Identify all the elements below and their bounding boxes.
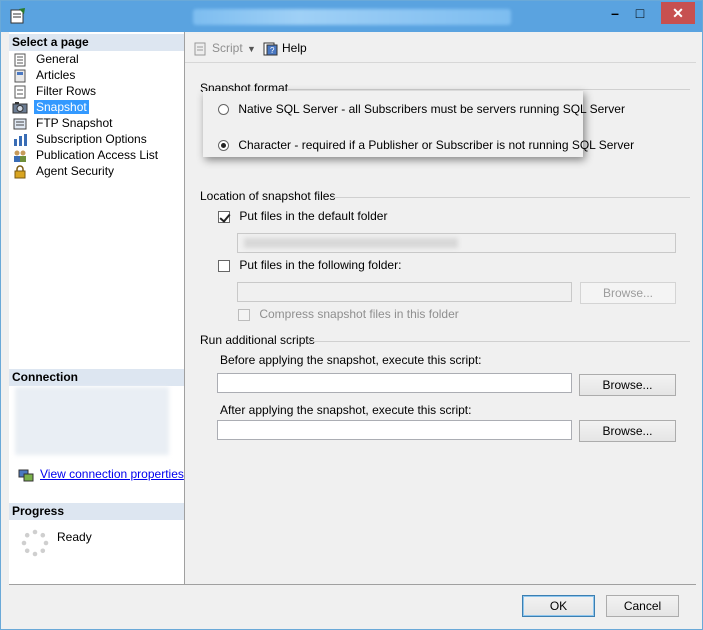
progress-header: Progress [9, 503, 184, 520]
character-label: Character - required if a Publisher or S… [238, 138, 635, 152]
nav-item-label: General [36, 52, 79, 66]
following-folder-label: Put files in the following folder: [239, 258, 402, 272]
nav-item-snapshot[interactable]: Snapshot [12, 99, 89, 115]
nav-item-label: Articles [36, 68, 76, 82]
ftp-icon [13, 118, 27, 130]
divider [288, 89, 690, 90]
browse-after-button[interactable]: Browse... [579, 420, 676, 442]
lock-icon [14, 165, 26, 179]
right-pane: Script ▼ ? Help Snapshot format Native SQ… [185, 32, 696, 584]
following-folder-field[interactable] [237, 282, 572, 302]
nav-item-agent-security[interactable]: Agent Security [12, 163, 116, 179]
script-icon [194, 42, 206, 56]
default-folder-option[interactable]: Put files in the default folder [218, 209, 387, 223]
native-sql-option[interactable]: Native SQL Server - all Subscribers must… [218, 102, 625, 116]
before-script-label: Before applying the snapshot, execute th… [220, 353, 482, 367]
progress-status: Ready [57, 530, 92, 544]
dialog-client: Select a page General Articles Filter Ro… [9, 32, 696, 625]
snapshot-icon [12, 101, 28, 114]
maximize-button[interactable]: □ [624, 2, 656, 24]
help-label: Help [282, 41, 307, 55]
compress-option[interactable]: Compress snapshot files in this folder [238, 307, 459, 321]
browse-before-button[interactable]: Browse... [579, 374, 676, 396]
progress-spinner-icon [21, 529, 49, 557]
after-script-field[interactable] [217, 420, 572, 440]
help-icon: ? [263, 42, 278, 56]
users-icon [14, 150, 26, 162]
default-folder-label: Put files in the default folder [239, 209, 388, 223]
view-connection-row[interactable]: View connection properties [18, 467, 184, 482]
divider [307, 341, 690, 342]
nav-item-label: FTP Snapshot [36, 116, 113, 130]
native-sql-label: Native SQL Server - all Subscribers must… [238, 102, 625, 116]
compress-checkbox[interactable] [238, 308, 250, 321]
script-label: Script [212, 41, 243, 55]
nav-item-label: Publication Access List [36, 148, 159, 162]
nav-item-label: Filter Rows [36, 84, 97, 98]
default-folder-path [244, 238, 458, 248]
script-button[interactable]: Script [193, 41, 243, 56]
default-folder-field [237, 233, 676, 253]
articles-icon [14, 69, 26, 83]
window-title [193, 9, 511, 25]
connection-header: Connection [9, 369, 184, 386]
nav-item-ftp-snapshot[interactable]: FTP Snapshot [12, 115, 115, 131]
ok-button[interactable]: OK [522, 595, 595, 617]
nav-item-publication-access-list[interactable]: Publication Access List [12, 147, 160, 163]
title-bar[interactable]: – □ ✕ [1, 1, 702, 32]
help-button[interactable]: ? Help [263, 41, 307, 56]
after-script-label: After applying the snapshot, execute thi… [220, 403, 472, 417]
before-script-field[interactable] [217, 373, 572, 393]
nav-item-label: Snapshot [34, 100, 89, 114]
dialog-window: – □ ✕ Select a page General Articles Fil… [0, 0, 703, 630]
connection-icon [18, 469, 34, 482]
native-sql-radio[interactable] [218, 104, 229, 116]
options-icon [14, 133, 27, 146]
cancel-button[interactable]: Cancel [606, 595, 679, 617]
toolbar: Script ▼ ? Help [185, 32, 696, 63]
following-folder-checkbox[interactable] [218, 259, 230, 272]
filter-icon [14, 85, 26, 99]
location-title: Location of snapshot files [200, 189, 336, 203]
view-connection-link[interactable]: View connection properties [40, 467, 184, 481]
nav-item-general[interactable]: General [12, 51, 81, 67]
default-folder-checkbox[interactable] [218, 210, 230, 223]
browse-folder-button[interactable]: Browse... [580, 282, 676, 304]
following-folder-option[interactable]: Put files in the following folder: [218, 258, 401, 272]
nav-item-articles[interactable]: Articles [12, 67, 77, 83]
nav-item-label: Agent Security [36, 164, 115, 178]
connection-details [15, 387, 169, 455]
dialog-footer: OK Cancel [9, 584, 696, 625]
compress-label: Compress snapshot files in this folder [259, 307, 459, 321]
nav-item-label: Subscription Options [36, 132, 147, 146]
nav-item-filter-rows[interactable]: Filter Rows [12, 83, 98, 99]
page-icon [14, 53, 26, 67]
scripts-title: Run additional scripts [200, 333, 315, 347]
select-page-header: Select a page [9, 34, 184, 51]
character-option[interactable]: Character - required if a Publisher or S… [218, 138, 634, 152]
nav-item-subscription-options[interactable]: Subscription Options [12, 131, 149, 147]
close-button[interactable]: ✕ [661, 2, 695, 24]
script-dropdown-icon[interactable]: ▼ [247, 44, 256, 54]
left-pane: Select a page General Articles Filter Ro… [9, 32, 185, 584]
properties-icon [10, 8, 25, 24]
divider [333, 197, 690, 198]
svg-text:?: ? [270, 46, 275, 55]
character-radio[interactable] [218, 140, 229, 152]
